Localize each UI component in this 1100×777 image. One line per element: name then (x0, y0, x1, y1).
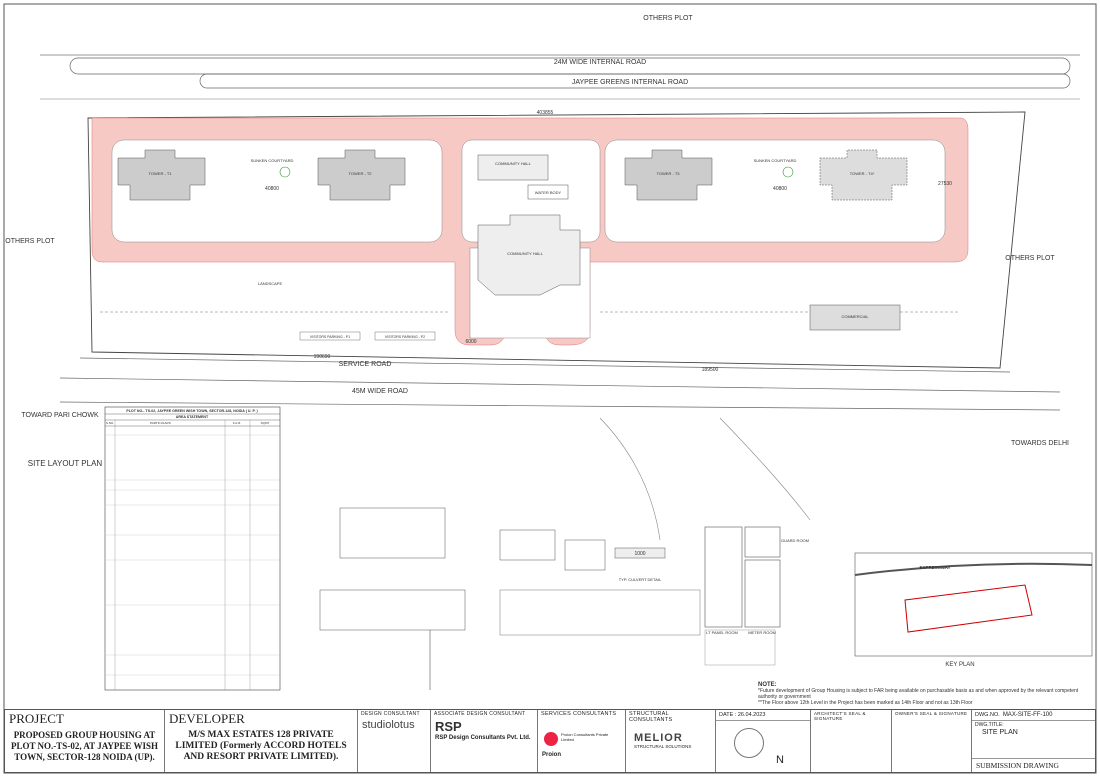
notes: NOTE: *Future development of Group Housi… (758, 682, 1094, 706)
toward-pari-label: TOWARD PARI CHOWK (21, 412, 99, 419)
rsp-name: RSP Design Consultants Pvt. Ltd. (435, 735, 531, 741)
as-header-sno: S.NO. (106, 421, 114, 425)
melior-sub: STRUCTURAL SOLUTIONS (634, 744, 692, 749)
tower-t4-label: TOWER - T4* (850, 171, 875, 176)
studiolotus-logo: studiolotus (362, 719, 415, 731)
date-cell: DATE : 26.04.2023 N (716, 710, 811, 772)
water-body-label: WATER BODY (535, 190, 562, 195)
others-plot-left-label: OTHERS PLOT (5, 238, 55, 245)
dim-40800-a: 40800 (265, 186, 279, 192)
expressway-label: EXPRESSWAY (919, 565, 950, 570)
structural-consultants-label: STRUCTURAL CONSULTANTS (629, 711, 673, 723)
service-road-label: SERVICE ROAD (339, 361, 392, 368)
dim-27530: 27530 (938, 181, 952, 187)
date-label: DATE (719, 712, 734, 718)
dwg-no-label: DWG.NO. (975, 712, 1000, 718)
date-value: 26.04.2023 (737, 712, 766, 718)
dim-1000: 1000 (634, 551, 645, 557)
proion-name: Proion Consultants Private Limited (561, 732, 609, 742)
as-header-far: F.A.R. (233, 421, 241, 425)
road-jaypee-label: JAYPEE GREENS INTERNAL ROAD (572, 79, 688, 86)
dim-403855: 403855 (537, 110, 554, 116)
dwg-no-row: DWG.NO. MAX-SITE-FF-100 (972, 710, 1095, 721)
design-consultant-label: DESIGN CONSULTANT (361, 711, 420, 717)
melior-logo: MELIOR (634, 732, 683, 744)
landscape-label: LANDSCAPE (258, 281, 283, 286)
date-row: DATE : 26.04.2023 (716, 710, 810, 721)
dwg-no-value: MAX-SITE-FF-100 (1002, 712, 1053, 718)
services-consultants-cell: SERVICES CONSULTANTS Proion Consultants … (538, 710, 626, 772)
dim-40800-b: 40800 (773, 186, 787, 192)
project-cell: PROJECT PROPOSED GROUP HOUSING AT PLOT N… (5, 710, 165, 772)
community-hall-2-label: COMMUNITY HALL (507, 251, 543, 256)
area-statement-title: PLOT NO.- TS-02, JAYPEE GREEN WISH TOWN,… (126, 409, 258, 413)
site-layout-label: SITE LAYOUT PLAN (28, 459, 103, 468)
services-consultants-label: SERVICES CONSULTANTS (541, 711, 617, 717)
dim-6000: 6000 (465, 339, 476, 345)
structural-consultants-cell: STRUCTURAL CONSULTANTS MELIOR STRUCTURAL… (626, 710, 716, 772)
associate-consultant-label: ASSOCIATE DESIGN CONSULTANT (434, 711, 526, 717)
as-header-particulars: PARTICULARS (150, 421, 171, 425)
meter-room-label: METER ROOM (748, 630, 776, 635)
dim-189500: 189500 (702, 367, 719, 373)
drawing-info-cell: DWG.NO. MAX-SITE-FF-100 DWG.TITLE: SITE … (972, 710, 1095, 772)
sunken-courtyard-2: SUNKEN COURTYARD (754, 158, 797, 163)
architect-seal-label: ARCHITECT'S SEAL & SIGNATURE (814, 711, 866, 721)
culvert-label: TYP. CULVERT DETAIL (619, 577, 662, 582)
others-plot-right-label: OTHERS PLOT (1005, 255, 1055, 262)
north-label: N (776, 754, 784, 766)
dwg-title-value: SITE PLAN (982, 729, 1018, 736)
dim-190690: 190690 (314, 354, 331, 360)
visitors-parking-2: VISITORS PARKING - P2 (385, 335, 425, 339)
north-arrow-icon (734, 728, 764, 758)
title-block: PROJECT PROPOSED GROUP HOUSING AT PLOT N… (4, 709, 1096, 773)
road-45m-label: 45M WIDE ROAD (352, 388, 408, 395)
visitors-parking-1: VISITORS PARKING - P1 (310, 335, 350, 339)
project-label: PROJECT (9, 711, 64, 726)
project-name: PROPOSED GROUP HOUSING AT PLOT NO.-TS-02… (10, 730, 159, 762)
developer-name: M/S MAX ESTATES 128 PRIVATE LIMITED (For… (175, 730, 347, 762)
site-plan-drawing: OTHERS PLOT 24M WIDE INTERNAL ROAD JAYPE… (3, 3, 1097, 774)
key-plan-label: KEY PLAN (945, 662, 974, 668)
design-consultant-cell: DESIGN CONSULTANT studiolotus (358, 710, 431, 772)
note-2: **The Floor above 12th Level in the Proj… (758, 700, 973, 706)
owner-seal-cell: OWNER'S SEAL & SIGNATURE (892, 710, 972, 772)
guard-room-label: GUARD ROOM (781, 538, 809, 543)
architect-seal-cell: ARCHITECT'S SEAL & SIGNATURE (811, 710, 892, 772)
rsp-logo: RSP (435, 719, 462, 734)
associate-consultant-cell: ASSOCIATE DESIGN CONSULTANT RSP RSP Desi… (431, 710, 538, 772)
sunken-courtyard-1: SUNKEN COURTYARD (251, 158, 294, 163)
towards-delhi-label: TOWARDS DELHI (1011, 440, 1069, 447)
area-statement-subtitle: AREA STATEMENT (176, 415, 209, 419)
key-plan-frame (854, 552, 1093, 657)
road-24m-label: 24M WIDE INTERNAL ROAD (554, 59, 646, 66)
developer-label: DEVELOPER (169, 711, 245, 726)
others-plot-top-label: OTHERS PLOT (643, 15, 693, 22)
as-header-sqmt: SQMT (261, 421, 270, 425)
tower-t3-label: TOWER - T3 (657, 171, 681, 176)
note-1: *Future development of Group Housing is … (758, 688, 1079, 700)
owner-seal-label: OWNER'S SEAL & SIGNATURE (895, 711, 968, 716)
lt-panel-label: LT PANEL ROOM (706, 630, 738, 635)
proion-logo: Proion (542, 752, 561, 758)
community-hall-1-label: COMMUNITY HALL (495, 161, 531, 166)
dwg-title-label: DWG.TITLE: (975, 722, 1004, 728)
tower-t1-label: TOWER - T1 (149, 171, 173, 176)
commercial-label: COMMERCIAL (841, 314, 869, 319)
tower-t2-label: TOWER - T2 (349, 171, 373, 176)
submission-label: SUBMISSION DRAWING (972, 758, 1095, 772)
proion-icon (544, 732, 558, 746)
area-statement-table (104, 406, 281, 691)
developer-cell: DEVELOPER M/S MAX ESTATES 128 PRIVATE LI… (165, 710, 358, 772)
